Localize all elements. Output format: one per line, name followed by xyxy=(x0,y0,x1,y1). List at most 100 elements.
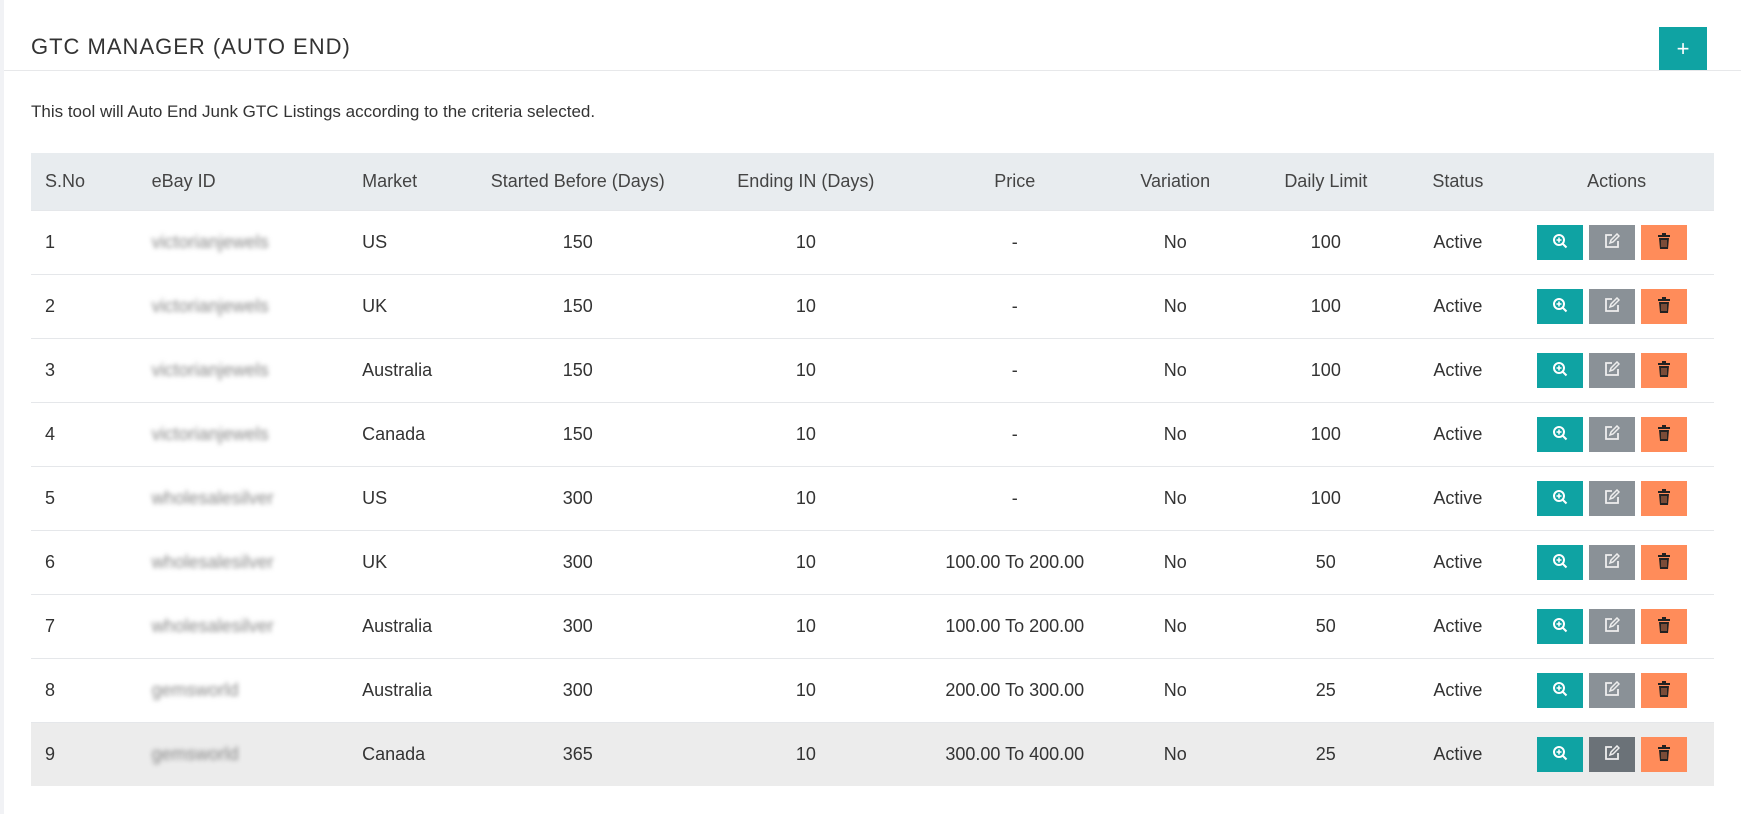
cell-started-text: 150 xyxy=(562,232,593,252)
cell-status: Active xyxy=(1396,658,1520,723)
view-button[interactable] xyxy=(1537,737,1584,772)
zoom-in-icon xyxy=(1552,617,1568,636)
cell-price-text: 100.00 To 200.00 xyxy=(945,616,1085,636)
cell-variation: No xyxy=(1095,530,1256,595)
cell-ending: 10 xyxy=(677,658,935,723)
cell-started: 300 xyxy=(478,594,678,659)
edit-button[interactable] xyxy=(1589,225,1636,260)
cell-started: 365 xyxy=(478,722,678,786)
cell-ending: 10 xyxy=(677,530,935,595)
cell-actions xyxy=(1519,466,1714,531)
cell-variation: No xyxy=(1095,722,1256,786)
add-button[interactable]: + xyxy=(1659,27,1707,70)
view-button[interactable] xyxy=(1537,225,1584,260)
zoom-in-icon xyxy=(1552,233,1568,252)
cell-price-text: 300.00 To 400.00 xyxy=(945,744,1085,764)
cell-market: UK xyxy=(348,530,478,595)
cell-limit: 25 xyxy=(1255,722,1397,786)
cell-price-text: - xyxy=(1011,488,1018,508)
cell-sno: 1 xyxy=(31,210,138,275)
cell-started-text: 150 xyxy=(562,296,593,316)
edit-button[interactable] xyxy=(1589,481,1636,516)
cell-limit: 100 xyxy=(1255,466,1397,531)
cell-variation-text: No xyxy=(1163,616,1187,636)
view-button[interactable] xyxy=(1537,609,1584,644)
cell-ending: 10 xyxy=(677,338,935,403)
cell-price: 100.00 To 200.00 xyxy=(934,530,1096,595)
cell-actions xyxy=(1519,338,1714,403)
delete-button[interactable] xyxy=(1641,353,1688,388)
table-row: 4 victorianjewels Canada 150 10 - No 100 Active xyxy=(31,402,1714,467)
cell-ebay-id-text: victorianjewels xyxy=(151,232,269,252)
cell-variation-text: No xyxy=(1163,232,1187,252)
cell-ebay-id-text: wholesalesilver xyxy=(151,488,274,508)
column-header: Market xyxy=(348,153,478,211)
cell-market-text: Australia xyxy=(362,680,433,700)
cell-limit: 100 xyxy=(1255,338,1397,403)
cell-market: Australia xyxy=(348,338,478,403)
edit-icon xyxy=(1604,232,1621,252)
delete-button[interactable] xyxy=(1641,289,1688,324)
delete-button[interactable] xyxy=(1641,481,1688,516)
cell-market: Canada xyxy=(348,722,478,786)
cell-price-text: - xyxy=(1011,424,1018,444)
cell-market-text: UK xyxy=(362,296,388,316)
view-button[interactable] xyxy=(1537,417,1584,452)
cell-price-text: - xyxy=(1011,360,1018,380)
cell-variation: No xyxy=(1095,466,1256,531)
edit-button[interactable] xyxy=(1589,417,1636,452)
table-row: 1 victorianjewels US 150 10 - No 100 Active xyxy=(31,210,1714,275)
cell-variation-text: No xyxy=(1163,744,1187,764)
zoom-in-icon xyxy=(1552,681,1568,700)
cell-price-text: - xyxy=(1011,232,1018,252)
cell-ebay-id: gemsworld xyxy=(137,658,349,723)
cell-actions xyxy=(1519,722,1714,786)
cell-started: 300 xyxy=(478,658,678,723)
trash-icon xyxy=(1657,233,1671,252)
table-row: 8 gemsworld Australia 300 10 200.00 To 300.00… xyxy=(31,658,1714,723)
cell-price: - xyxy=(934,274,1096,339)
view-button[interactable] xyxy=(1537,481,1584,516)
cell-status-text: Active xyxy=(1433,680,1483,700)
cell-sno-text: 5 xyxy=(45,488,56,508)
cell-market: UK xyxy=(348,274,478,339)
delete-button[interactable] xyxy=(1641,225,1688,260)
delete-button[interactable] xyxy=(1641,673,1688,708)
cell-status: Active xyxy=(1396,338,1520,403)
edit-button[interactable] xyxy=(1589,353,1636,388)
edit-icon xyxy=(1604,616,1621,636)
zoom-in-icon xyxy=(1552,297,1568,316)
view-button[interactable] xyxy=(1537,289,1584,324)
cell-market: US xyxy=(348,210,478,275)
view-button[interactable] xyxy=(1537,545,1584,580)
view-button[interactable] xyxy=(1537,353,1584,388)
cell-price: - xyxy=(934,402,1096,467)
cell-ending-text: 10 xyxy=(795,488,816,508)
edit-button[interactable] xyxy=(1589,673,1636,708)
edit-icon xyxy=(1604,680,1621,700)
delete-button[interactable] xyxy=(1641,737,1688,772)
cell-ebay-id-text: victorianjewels xyxy=(151,296,269,316)
delete-button[interactable] xyxy=(1641,609,1688,644)
cell-ending: 10 xyxy=(677,402,935,467)
edit-button[interactable] xyxy=(1589,289,1636,324)
delete-button[interactable] xyxy=(1641,545,1688,580)
cell-market: Australia xyxy=(348,658,478,723)
page-title: GTC MANAGER (AUTO END) xyxy=(31,34,351,59)
page-header: GTC MANAGER (AUTO END) xyxy=(4,0,1741,71)
edit-button[interactable] xyxy=(1589,609,1636,644)
cell-ending-text: 10 xyxy=(795,296,816,316)
cell-ebay-id: gemsworld xyxy=(137,722,349,786)
cell-status: Active xyxy=(1396,530,1520,595)
cell-limit: 25 xyxy=(1255,658,1397,723)
delete-button[interactable] xyxy=(1641,417,1688,452)
cell-actions xyxy=(1519,274,1714,339)
column-header: Started Before (Days) xyxy=(478,153,678,211)
cell-market: Australia xyxy=(348,594,478,659)
view-button[interactable] xyxy=(1537,673,1584,708)
edit-button[interactable] xyxy=(1589,737,1636,772)
edit-icon xyxy=(1604,296,1621,316)
edit-button[interactable] xyxy=(1589,545,1636,580)
cell-status-text: Active xyxy=(1433,744,1483,764)
edit-icon xyxy=(1604,424,1621,444)
